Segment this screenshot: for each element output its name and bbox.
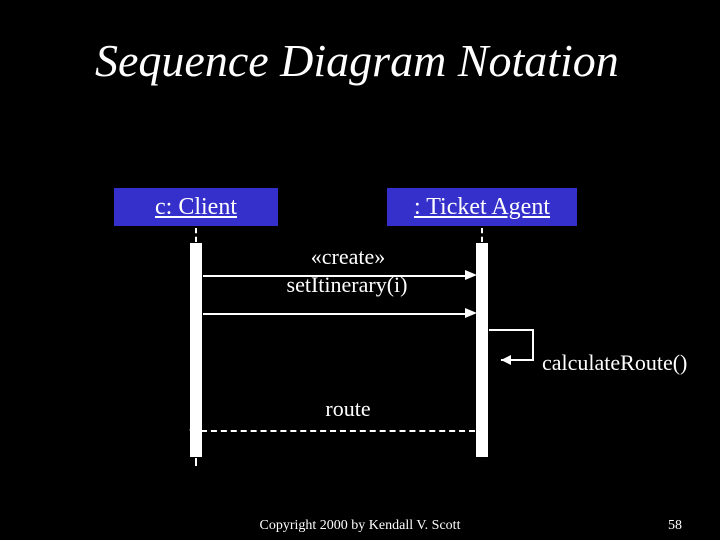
arrow-route (201, 430, 475, 432)
lifeline-client-top (195, 228, 197, 242)
lifeline-client-bottom (195, 458, 197, 466)
label-create: «create» (278, 244, 418, 270)
object-ticket-agent: : Ticket Agent (385, 186, 579, 228)
object-client-label: c: Client (155, 194, 237, 221)
label-set-itinerary: setItinerary(i) (262, 272, 432, 298)
arrow-route-head (189, 425, 201, 435)
arrow-create-head (465, 270, 477, 280)
label-calculate-route: calculateRoute() (542, 350, 687, 376)
object-ticket-agent-label: : Ticket Agent (414, 194, 550, 221)
label-route: route (278, 396, 418, 422)
arrow-set-itinerary (203, 313, 465, 315)
footer-page-number: 58 (668, 518, 682, 534)
activation-agent (475, 242, 489, 458)
self-call-calculate-route (489, 326, 545, 368)
object-client: c: Client (112, 186, 280, 228)
footer-copyright: Copyright 2000 by Kendall V. Scott (260, 518, 461, 534)
slide: Sequence Diagram Notation c: Client : Ti… (0, 0, 720, 540)
arrow-set-itinerary-head (465, 308, 477, 318)
slide-title: Sequence Diagram Notation (95, 34, 619, 87)
lifeline-agent-top (481, 228, 483, 242)
